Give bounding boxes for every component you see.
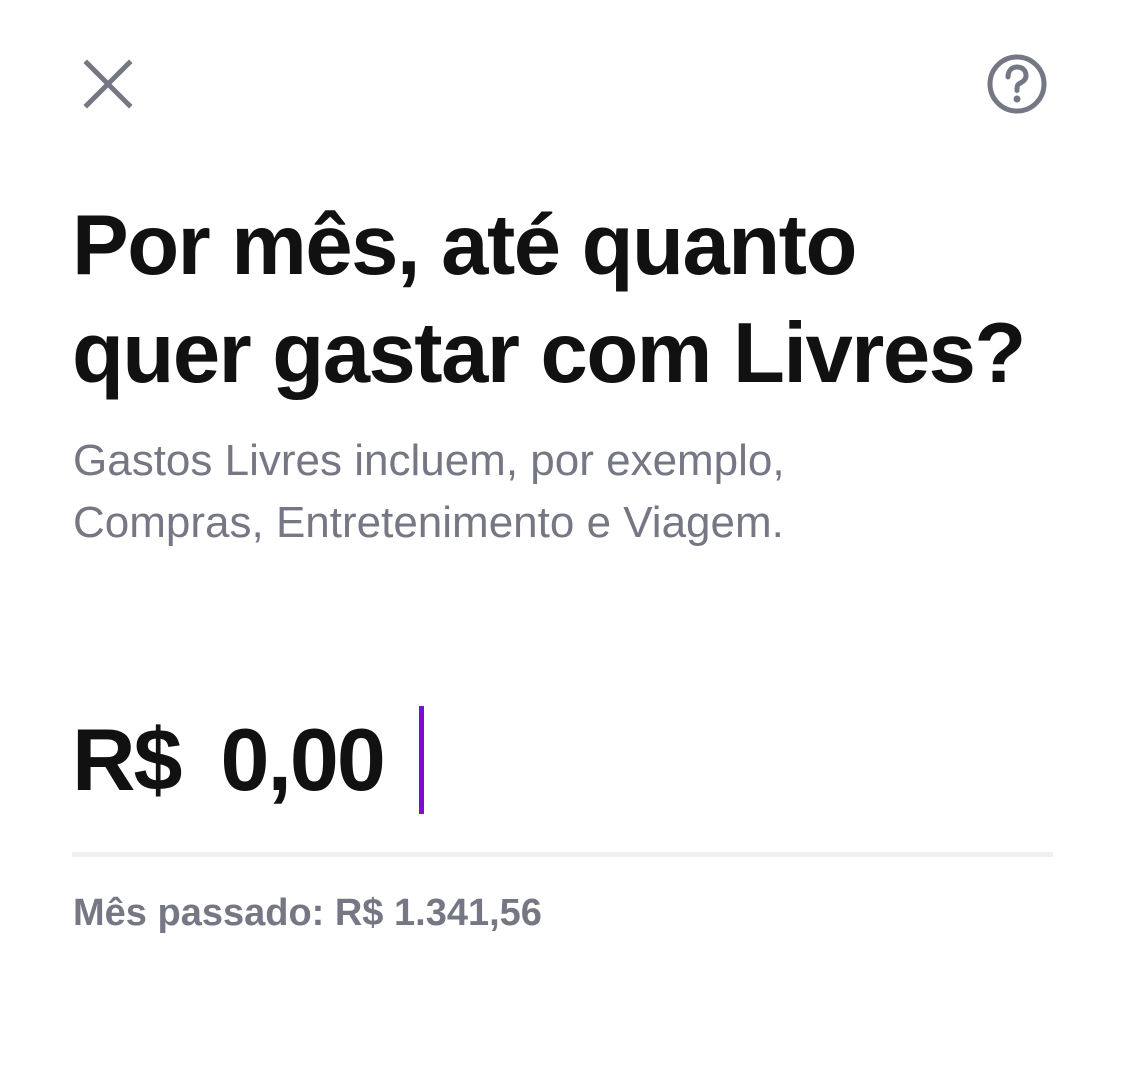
page-title: Por mês, até quanto quer gastar com Livr… <box>72 192 1072 408</box>
close-button[interactable] <box>72 48 144 120</box>
page-title-line-1: Por mês, até quanto <box>72 198 857 293</box>
amount-input[interactable] <box>220 709 421 811</box>
page-subtitle-line-2: Compras, Entretenimento e Viagem. <box>73 498 784 547</box>
amount-underline <box>72 852 1053 857</box>
help-button[interactable] <box>981 48 1053 120</box>
page-title-line-2: quer gastar com Livres? <box>72 306 1026 401</box>
close-icon <box>83 59 133 109</box>
page-subtitle: Gastos Livres incluem, por exemplo, Comp… <box>73 430 1073 554</box>
question-circle-icon <box>987 54 1047 114</box>
amount-field[interactable]: R$ <box>72 700 424 820</box>
text-caret <box>418 706 424 814</box>
currency-label: R$ <box>72 710 182 809</box>
last-month-spending: Mês passado: R$ 1.341,56 <box>73 892 542 934</box>
page-subtitle-line-1: Gastos Livres incluem, por exemplo, <box>73 436 785 485</box>
